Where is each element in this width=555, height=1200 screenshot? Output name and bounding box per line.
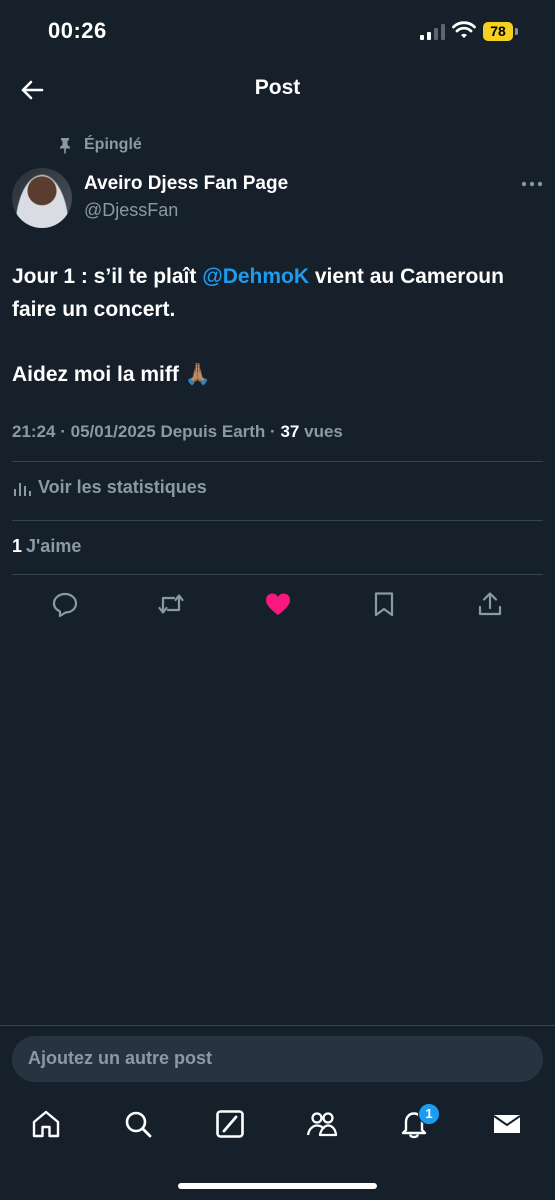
likes-label: J'aime bbox=[26, 536, 82, 556]
post-text-before-mention: Jour 1 : s’il te plaît bbox=[12, 265, 203, 288]
page-title: Post bbox=[254, 76, 301, 99]
post-text-line-1: Jour 1 : s’il te plaît @DehmoK vient au … bbox=[12, 260, 542, 326]
battery-tip bbox=[515, 28, 518, 35]
post-screen: 00:26 78 Post Épinglé Aveiro Djess Fan P… bbox=[0, 0, 555, 1200]
author-handle[interactable]: @DjessFan bbox=[84, 200, 178, 221]
battery-level: 78 bbox=[483, 22, 513, 41]
divider bbox=[0, 1025, 555, 1026]
repost-icon[interactable] bbox=[157, 590, 185, 618]
post-text-line-2: Aidez moi la miff 🙏🏽 bbox=[12, 363, 211, 386]
share-icon[interactable] bbox=[476, 590, 504, 618]
view-statistics-link[interactable]: Voir les statistiques bbox=[12, 477, 207, 498]
divider bbox=[12, 520, 543, 521]
notifications-badge: 1 bbox=[418, 1103, 440, 1125]
divider bbox=[12, 461, 543, 462]
header: Post bbox=[0, 62, 555, 118]
avatar[interactable] bbox=[12, 168, 72, 228]
home-icon[interactable] bbox=[30, 1108, 62, 1140]
status-bar: 00:26 78 bbox=[0, 0, 555, 62]
post-meta: 21:24 · 05/01/2025 Depuis Earth · 37 vue… bbox=[12, 422, 343, 442]
post-text: Jour 1 : s’il te plaît @DehmoK vient au … bbox=[12, 260, 542, 391]
pinned-label: Épinglé bbox=[84, 136, 142, 153]
meta-separator: · bbox=[270, 422, 276, 441]
pin-icon bbox=[60, 138, 70, 154]
likes-count: 1 bbox=[12, 536, 23, 556]
post-time: 21:24 bbox=[12, 422, 56, 441]
meta-separator: · bbox=[60, 422, 66, 441]
more-options-icon[interactable] bbox=[518, 172, 546, 196]
reply-placeholder: Ajoutez un autre post bbox=[28, 1048, 212, 1068]
messages-icon[interactable] bbox=[491, 1108, 523, 1140]
search-icon[interactable] bbox=[122, 1108, 154, 1140]
post-date: 05/01/2025 bbox=[70, 422, 156, 441]
bookmark-icon[interactable] bbox=[370, 590, 398, 618]
home-indicator bbox=[178, 1183, 377, 1189]
like-icon[interactable] bbox=[264, 590, 292, 618]
views-count: 37 bbox=[280, 422, 300, 441]
analytics-icon bbox=[14, 482, 31, 496]
wifi-icon bbox=[452, 21, 476, 38]
view-statistics-label: Voir les statistiques bbox=[38, 477, 207, 497]
pinned-indicator: Épinglé bbox=[56, 134, 142, 156]
signal-icon bbox=[420, 24, 445, 40]
post-source: Depuis Earth bbox=[160, 422, 266, 441]
battery-icon: 78 bbox=[483, 22, 519, 41]
author-name[interactable]: Aveiro Djess Fan Page bbox=[84, 173, 288, 195]
mention-link[interactable]: @DehmoK bbox=[202, 265, 309, 288]
likes-summary[interactable]: 1 J'aime bbox=[12, 536, 81, 557]
communities-icon[interactable] bbox=[306, 1108, 338, 1140]
grok-icon[interactable] bbox=[214, 1108, 246, 1140]
reply-input[interactable]: Ajoutez un autre post bbox=[12, 1036, 543, 1082]
views-label: vues bbox=[304, 422, 343, 441]
bottom-tab-bar bbox=[0, 1100, 555, 1150]
divider bbox=[12, 574, 543, 575]
post-actions bbox=[0, 586, 555, 622]
reply-icon[interactable] bbox=[51, 590, 79, 618]
status-time: 00:26 bbox=[48, 18, 107, 43]
